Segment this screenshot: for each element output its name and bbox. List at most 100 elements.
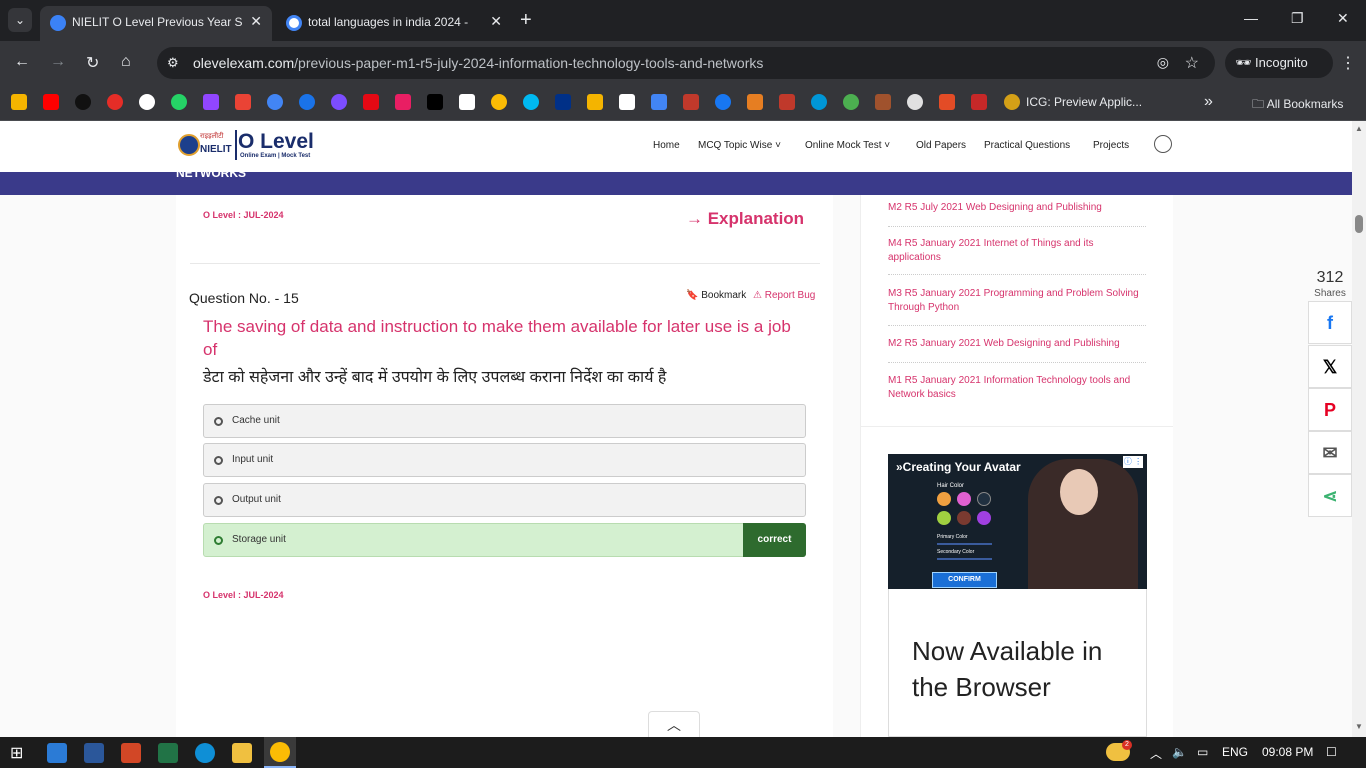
bookmark-icon[interactable] [331,94,347,110]
sidebar-link[interactable]: M4 R5 January 2021 Internet of Things an… [888,237,1146,265]
address-bar[interactable]: ⚙ olevelexam.com/previous-paper-m1-r5-ju… [157,47,1215,79]
new-tab-button[interactable]: + [520,9,532,32]
bookmark-icon[interactable] [907,94,923,110]
nav-home[interactable]: Home [653,140,680,151]
forward-icon[interactable]: → [50,53,66,71]
sidebar-link[interactable]: M2 R5 July 2021 Web Designing and Publis… [888,201,1146,215]
tab-search-button[interactable]: ⌄ [8,8,32,32]
bookmark-icon[interactable] [267,94,283,110]
explanation-link[interactable]: → Explanation [686,209,804,229]
powerpoint-icon[interactable] [121,743,141,763]
olx-icon[interactable] [619,94,635,110]
more-bookmarks-icon[interactable]: » [1204,93,1213,111]
bookmark-icon[interactable] [427,94,443,110]
nav-projects[interactable]: Projects [1093,140,1129,151]
ad-card[interactable]: Now Available in the Browser [888,589,1147,737]
x-share-icon[interactable]: 𝕏 [1308,345,1352,388]
scroll-down-icon[interactable]: ▼ [1355,722,1363,731]
pinterest-share-icon[interactable]: P [1308,388,1352,431]
incognito-badge[interactable]: 🕶 Incognito [1225,48,1333,78]
bookmark-icon[interactable] [299,94,315,110]
bookmark-icon[interactable] [971,94,987,110]
bookmark-star-icon[interactable]: ☆ [1185,53,1199,73]
bookmark-icon[interactable] [843,94,859,110]
bookmark-icon[interactable] [491,94,507,110]
close-tab-icon[interactable]: ✕ [490,13,502,30]
word-icon[interactable] [84,743,104,763]
scroll-thumb[interactable] [1355,215,1363,233]
bookmark-label[interactable]: ICG: Preview Applic... [1026,95,1142,109]
amazon-icon[interactable] [459,94,475,110]
language-indicator[interactable]: ENG [1222,745,1248,759]
nav-mcq-topic-wise[interactable]: MCQ Topic Wise ˅ [698,140,781,151]
sidebar-link[interactable]: M3 R5 January 2021 Programming and Probl… [888,287,1146,315]
translate-icon[interactable] [651,94,667,110]
browser-menu-icon[interactable]: ⋮ [1340,53,1356,73]
share-icon[interactable]: ⋖ [1308,474,1352,517]
ad-info-icon[interactable]: ⓘ ⋮ [1123,456,1143,468]
option-a[interactable]: Cache unit [203,404,806,438]
facebook-icon[interactable] [715,94,731,110]
vscode-icon[interactable] [47,743,67,763]
bookmark-icon[interactable] [523,94,539,110]
nav-online-mock-test[interactable]: Online Mock Test ˅ [805,140,890,151]
edge-icon[interactable] [195,743,215,763]
option-c[interactable]: Output unit [203,483,806,517]
sidebar-link[interactable]: M2 R5 January 2021 Web Designing and Pub… [888,337,1146,351]
option-b[interactable]: Input unit [203,443,806,477]
bookmark-icon[interactable] [11,94,27,110]
gmail-icon[interactable] [235,94,251,110]
back-to-top-button[interactable]: ︿ [648,711,700,737]
whatsapp-icon[interactable] [171,94,187,110]
volume-icon[interactable]: 🔈 [1172,745,1187,759]
page-scrollbar[interactable]: ▲ ▼ [1352,121,1366,737]
tracking-protection-icon[interactable]: ◎ [1157,54,1169,71]
bookmark-icon[interactable] [939,94,955,110]
minimize-button[interactable]: — [1244,10,1258,26]
facebook-share-icon[interactable]: f [1308,301,1352,344]
close-tab-icon[interactable]: ✕ [250,13,262,30]
notifications-icon[interactable]: ☐ [1326,745,1337,759]
twitch-icon[interactable] [203,94,219,110]
clock[interactable]: 09:08 PM [1262,745,1313,759]
network-icon[interactable]: ▭ [1197,745,1208,759]
youtube-music-icon[interactable] [107,94,123,110]
nav-practical-questions[interactable]: Practical Questions [984,140,1070,151]
option-d-correct[interactable]: Storage unit correct [203,523,806,557]
bookmark-button[interactable]: 🔖 Bookmark [686,290,746,301]
nav-old-papers[interactable]: Old Papers [916,140,966,151]
email-share-icon[interactable]: ✉ [1308,431,1352,474]
tray-chevron-icon[interactable]: ︿ [1150,745,1162,762]
paypal-icon[interactable] [555,94,571,110]
site-info-icon[interactable]: ⚙ [167,55,179,71]
bookmark-icon[interactable] [587,94,603,110]
reload-icon[interactable]: ↻ [86,53,99,73]
file-explorer-icon[interactable] [232,743,252,763]
home-icon[interactable]: ⌂ [121,53,131,71]
bookmark-icon[interactable] [75,94,91,110]
google-icon[interactable] [139,94,155,110]
user-account-icon[interactable] [1154,135,1172,153]
bookmark-icon[interactable] [1004,94,1020,110]
all-bookmarks-button[interactable]: 🗀 All Bookmarks [1252,95,1343,116]
bookmark-icon[interactable] [683,94,699,110]
windows-start-icon[interactable]: ⊞ [10,743,30,763]
youtube-icon[interactable] [43,94,59,110]
bookmark-icon[interactable] [875,94,891,110]
tab-inactive[interactable]: total languages in india 2024 - ✕ [276,6,512,41]
url-text[interactable]: olevelexam.com/previous-paper-m1-r5-july… [193,55,763,71]
site-logo[interactable]: राइइलीटी NIELIT O Level Online Exam | Mo… [178,130,323,164]
chrome-taskbar-active[interactable] [264,737,296,768]
ad-banner[interactable]: »Creating Your Avatar Hair Color Primary… [888,454,1147,589]
back-icon[interactable]: ← [14,53,30,71]
sidebar-link[interactable]: M1 R5 January 2021 Information Technolog… [888,374,1146,402]
close-window-button[interactable]: ✕ [1337,10,1349,27]
scroll-up-icon[interactable]: ▲ [1355,124,1363,133]
hp-icon[interactable] [811,94,827,110]
bookmark-icon[interactable] [395,94,411,110]
bookmark-icon[interactable] [747,94,763,110]
report-bug-button[interactable]: ⚠ Report Bug [753,290,815,301]
excel-icon[interactable] [158,743,178,763]
tab-active[interactable]: NIELIT O Level Previous Year So ✕ [40,6,272,41]
bookmark-icon[interactable] [779,94,795,110]
